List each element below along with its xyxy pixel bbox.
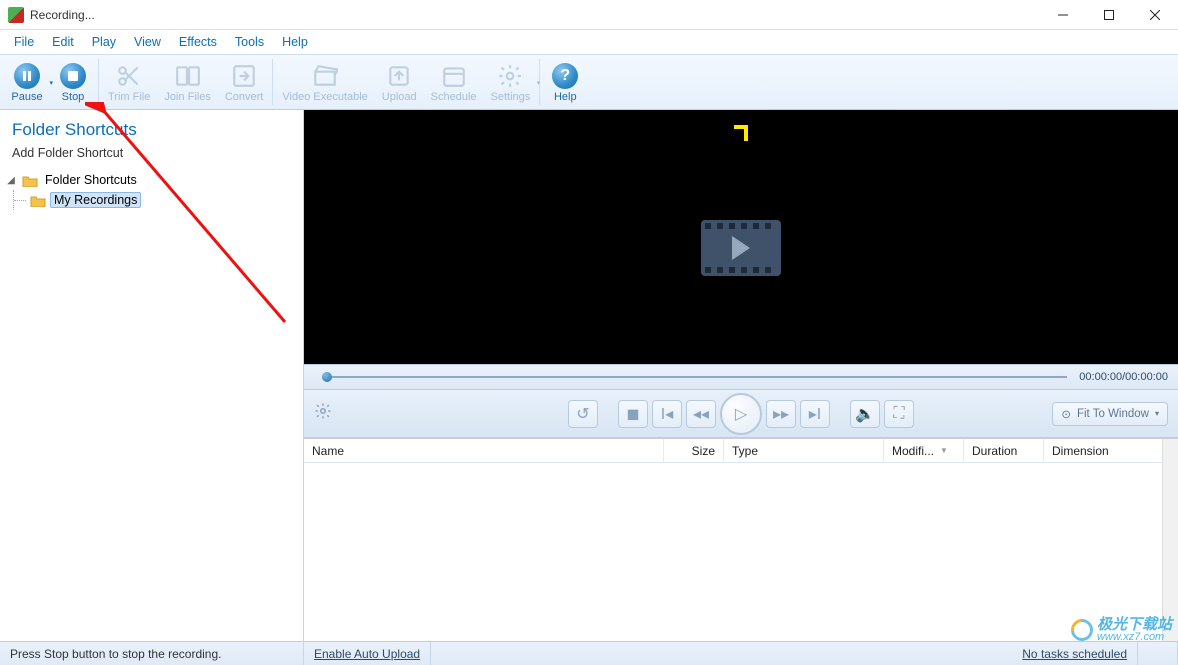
- folder-icon: [22, 174, 38, 187]
- file-list-header: Name Size Type Modifi...▼ Duration Dimen…: [304, 439, 1178, 463]
- col-modified[interactable]: Modifi...▼: [884, 439, 964, 462]
- col-size[interactable]: Size: [664, 439, 724, 462]
- menu-play[interactable]: Play: [84, 32, 124, 52]
- help-button[interactable]: ? Help: [542, 56, 588, 108]
- statusbar: Press Stop button to stop the recording.…: [0, 641, 1178, 665]
- replay-button[interactable]: ↺: [568, 400, 598, 428]
- stop-button[interactable]: Stop: [50, 56, 96, 108]
- convert-icon: [230, 62, 258, 90]
- volume-button[interactable]: 🔈: [850, 400, 880, 428]
- prev-button[interactable]: I◂: [652, 400, 682, 428]
- play-button[interactable]: ▷: [720, 393, 762, 435]
- sort-desc-icon: ▼: [940, 446, 948, 455]
- file-list-body[interactable]: [304, 463, 1178, 641]
- toolbar-separator: [98, 59, 99, 105]
- folder-tree: ◢ Folder Shortcuts My Recordings: [0, 168, 303, 212]
- convert-button[interactable]: Convert: [218, 56, 271, 108]
- enable-auto-upload-link[interactable]: Enable Auto Upload: [314, 647, 420, 661]
- col-dimension[interactable]: Dimension: [1044, 439, 1178, 462]
- toolbar: Pause ▾ Stop Trim File Join Files Conver…: [0, 54, 1178, 110]
- seek-knob[interactable]: [322, 372, 332, 382]
- sidebar: Folder Shortcuts Add Folder Shortcut ◢ F…: [0, 110, 304, 641]
- tree-root-label: Folder Shortcuts: [42, 173, 140, 187]
- tree-root[interactable]: ◢ Folder Shortcuts: [4, 170, 299, 190]
- calendar-icon: [440, 62, 468, 90]
- maximize-button[interactable]: [1086, 0, 1132, 29]
- fullscreen-button[interactable]: ⛶: [884, 400, 914, 428]
- seek-track[interactable]: [326, 376, 1067, 378]
- scissors-icon: [115, 62, 143, 90]
- help-icon: ?: [551, 62, 579, 90]
- film-placeholder-icon: [701, 220, 781, 276]
- menu-effects[interactable]: Effects: [171, 32, 225, 52]
- player-stop-button[interactable]: ◼: [618, 400, 648, 428]
- video-executable-button[interactable]: Video Executable: [275, 56, 374, 108]
- settings-button[interactable]: Settings ▾: [484, 56, 538, 108]
- status-message: Press Stop button to stop the recording.: [0, 642, 304, 665]
- close-button[interactable]: [1132, 0, 1178, 29]
- expand-toggle-icon[interactable]: ◢: [4, 175, 18, 186]
- gear-icon: [496, 62, 524, 90]
- video-preview: [304, 110, 1178, 364]
- titlebar: Recording...: [0, 0, 1178, 30]
- forward-button[interactable]: ▸▸: [766, 400, 796, 428]
- fit-to-window-button[interactable]: ⊙ Fit To Window ▾: [1052, 402, 1168, 426]
- window-title: Recording...: [30, 8, 1040, 22]
- upload-button[interactable]: Upload: [375, 56, 424, 108]
- next-button[interactable]: ▸I: [800, 400, 830, 428]
- timeline: 00:00:00 / 00:00:00: [304, 364, 1178, 390]
- col-name[interactable]: Name: [304, 439, 664, 462]
- add-folder-shortcut-link[interactable]: Add Folder Shortcut: [0, 142, 303, 168]
- time-position: 00:00:00: [1079, 371, 1122, 383]
- sidebar-title: Folder Shortcuts: [0, 110, 303, 142]
- upload-icon: [385, 62, 413, 90]
- col-type[interactable]: Type: [724, 439, 884, 462]
- time-duration: 00:00:00: [1125, 371, 1168, 383]
- menu-help[interactable]: Help: [274, 32, 316, 52]
- trim-file-button[interactable]: Trim File: [101, 56, 157, 108]
- minimize-button[interactable]: [1040, 0, 1086, 29]
- pause-button[interactable]: Pause ▾: [4, 56, 50, 108]
- file-list: Name Size Type Modifi...▼ Duration Dimen…: [304, 438, 1178, 641]
- menu-view[interactable]: View: [126, 32, 169, 52]
- join-files-button[interactable]: Join Files: [157, 56, 217, 108]
- pause-icon: [13, 62, 41, 90]
- menu-file[interactable]: File: [6, 32, 42, 52]
- recording-marker-icon: [734, 125, 748, 141]
- menu-edit[interactable]: Edit: [44, 32, 82, 52]
- player-settings-icon[interactable]: [314, 402, 332, 425]
- chevron-down-icon: ▾: [1155, 409, 1159, 418]
- toolbar-separator: [272, 59, 273, 105]
- vertical-scrollbar[interactable]: [1162, 439, 1178, 641]
- col-duration[interactable]: Duration: [964, 439, 1044, 462]
- menubar: File Edit Play View Effects Tools Help: [0, 30, 1178, 54]
- rewind-button[interactable]: ◂◂: [686, 400, 716, 428]
- menu-tools[interactable]: Tools: [227, 32, 272, 52]
- search-icon: ⊙: [1061, 407, 1071, 421]
- tasks-scheduled-link[interactable]: No tasks scheduled: [1022, 647, 1127, 661]
- clapper-icon: [311, 62, 339, 90]
- player-controls: ↺ ◼ I◂ ◂◂ ▷ ▸▸ ▸I 🔈 ⛶ ⊙ Fit To Window ▾: [304, 390, 1178, 438]
- app-icon: [8, 7, 24, 23]
- film-join-icon: [174, 62, 202, 90]
- schedule-button[interactable]: Schedule: [424, 56, 484, 108]
- stop-icon: [59, 62, 87, 90]
